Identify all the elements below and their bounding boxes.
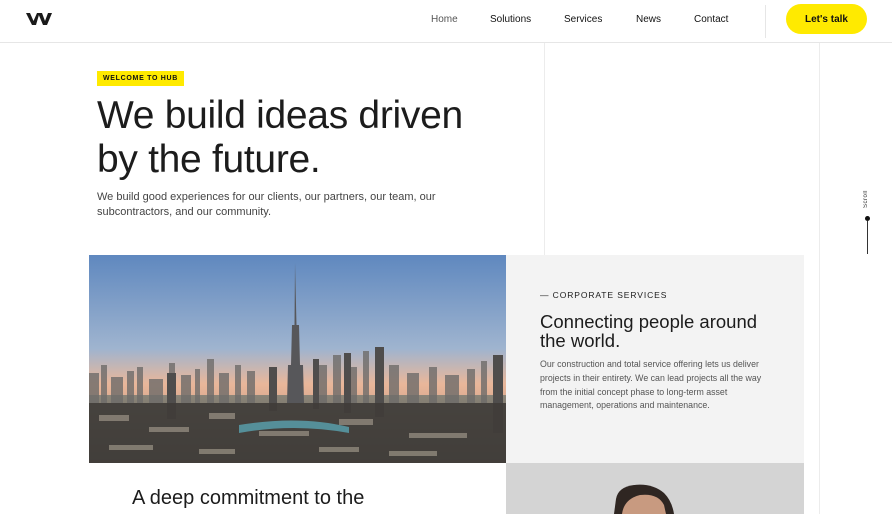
nav-home[interactable]: Home — [431, 14, 458, 25]
lets-talk-button[interactable]: Let's talk — [786, 4, 867, 34]
hero-subtitle: We build good experiences for our client… — [97, 191, 436, 218]
welcome-badge: WELCOME TO HUB — [97, 71, 185, 86]
services-kicker: — CORPORATE SERVICES — [540, 290, 668, 300]
nav-contact[interactable]: Contact — [694, 14, 728, 25]
city-skyline-image — [89, 255, 506, 463]
hero-title: We build ideas driven by the future. — [97, 94, 537, 182]
nav-news[interactable]: News — [636, 14, 661, 25]
hero-title-line1: We build ideas driven — [97, 94, 463, 137]
nav-services[interactable]: Services — [564, 14, 602, 25]
site-header: Home Solutions Services News Contact Let… — [0, 0, 892, 43]
commitment-title: A deep commitment to the — [132, 487, 365, 509]
services-title: Connecting people around the world. — [540, 311, 758, 351]
logo-icon[interactable] — [26, 13, 52, 25]
nav-solutions[interactable]: Solutions — [490, 14, 531, 25]
hero-title-line2: by the future. — [97, 138, 321, 181]
portrait-image — [506, 463, 804, 514]
scroll-label: Scroll — [863, 190, 869, 209]
scroll-indicator[interactable]: Scroll — [860, 188, 876, 258]
services-card: — CORPORATE SERVICES Connecting people a… — [506, 255, 804, 463]
scroll-line — [867, 221, 868, 254]
guide-line-right — [819, 0, 820, 514]
services-text: Our construction and total service offer… — [540, 359, 762, 411]
header-divider — [765, 5, 766, 38]
